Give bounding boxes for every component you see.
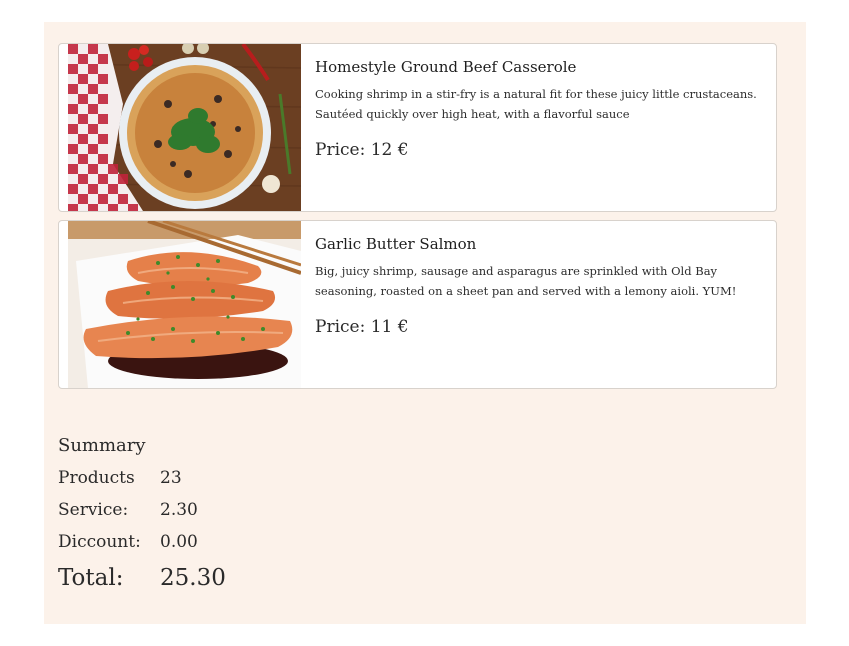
pizza-image	[68, 44, 301, 211]
summary-discount-value: 0.00	[160, 532, 198, 552]
product-card[interactable]: Homestyle Ground Beef Casserole Cooking …	[58, 43, 777, 212]
product-card[interactable]: Garlic Butter Salmon Big, juicy shrimp, …	[58, 220, 777, 389]
order-summary: Summary Products 23 Service: 2.30 Diccou…	[58, 434, 358, 602]
product-description: Big, juicy shrimp, sausage and asparagus…	[315, 264, 737, 298]
summary-total-label: Total:	[58, 565, 124, 591]
product-title: Homestyle Ground Beef Casserole	[315, 58, 577, 76]
summary-discount-row: Diccount: 0.00	[58, 530, 358, 562]
product-price: Price: 11 €	[315, 317, 409, 337]
summary-products-value: 23	[160, 468, 182, 488]
summary-discount-label: Diccount:	[58, 532, 141, 552]
summary-products-label: Products	[58, 468, 135, 488]
summary-service-row: Service: 2.30	[58, 498, 358, 530]
summary-total-value: 25.30	[160, 565, 226, 591]
product-price: Price: 12 €	[315, 140, 409, 160]
summary-products-row: Products 23	[58, 466, 358, 498]
summary-service-value: 2.30	[160, 500, 198, 520]
summary-total-row: Total: 25.30	[58, 562, 358, 602]
product-title: Garlic Butter Salmon	[315, 235, 477, 253]
product-description: Cooking shrimp in a stir-fry is a natura…	[315, 87, 757, 121]
salmon-image	[68, 221, 301, 388]
summary-service-label: Service:	[58, 500, 129, 520]
summary-title: Summary	[58, 435, 146, 456]
cart-panel: Homestyle Ground Beef Casserole Cooking …	[44, 22, 806, 624]
